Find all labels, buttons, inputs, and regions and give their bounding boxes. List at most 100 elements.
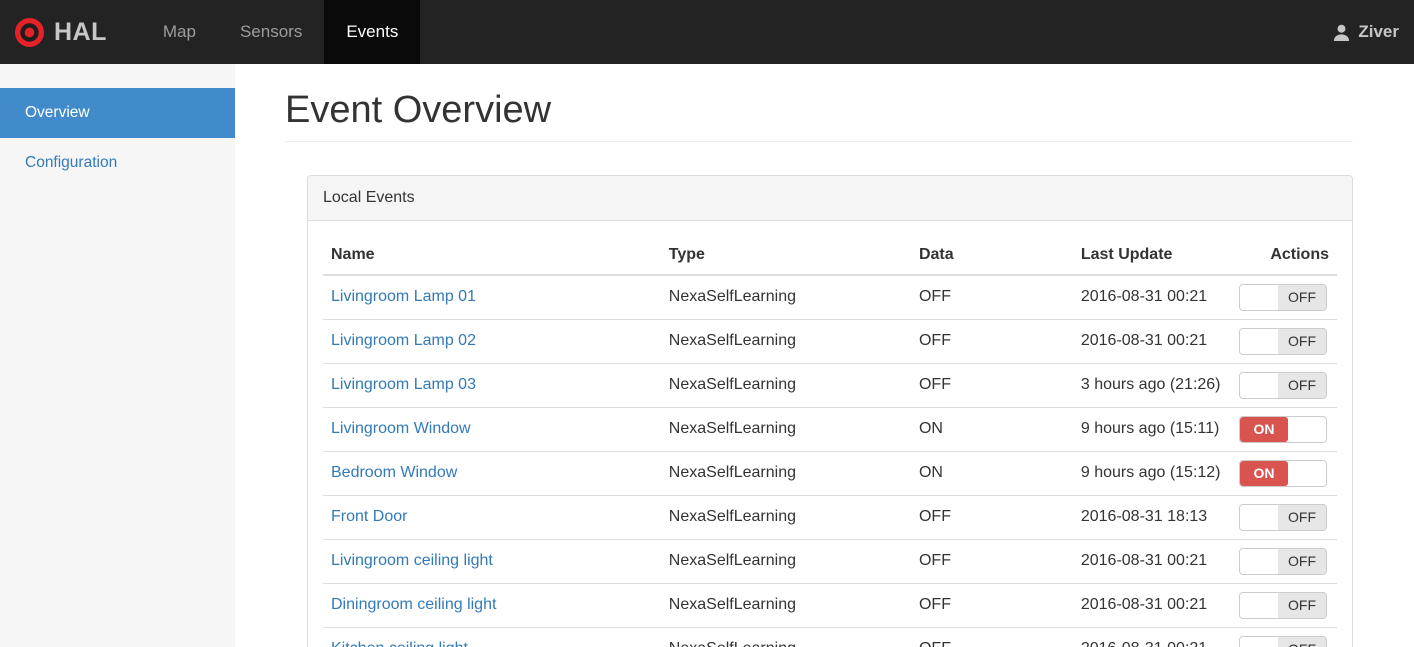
table-row: Livingroom Lamp 01 NexaSelfLearning OFF … (323, 274, 1337, 320)
event-name-link[interactable]: Diningroom ceiling light (331, 596, 496, 613)
event-toggle-switch[interactable]: ON (1239, 415, 1327, 443)
event-last-update: 2016-08-31 00:21 (1072, 274, 1231, 320)
toggle-state-label: OFF (1278, 548, 1326, 574)
toggle-handle (1240, 504, 1278, 530)
event-name-link[interactable]: Livingroom Lamp 03 (331, 376, 476, 393)
event-type: NexaSelfLearning (660, 626, 911, 647)
column-header-type: Type (660, 235, 911, 276)
table-body: Livingroom Lamp 01 NexaSelfLearning OFF … (323, 274, 1337, 647)
brand-text: HAL (54, 17, 107, 46)
column-header-data: Data (910, 235, 1073, 276)
column-header-name: Name (323, 235, 661, 276)
event-last-update: 9 hours ago (15:12) (1072, 450, 1231, 496)
event-name-link[interactable]: Livingroom Window (331, 420, 471, 437)
event-type: NexaSelfLearning (660, 318, 911, 364)
event-toggle-switch[interactable]: OFF (1239, 547, 1327, 575)
toggle-state-label: OFF (1278, 504, 1326, 530)
toggle-state-label: OFF (1278, 284, 1326, 310)
event-toggle-switch[interactable]: OFF (1239, 371, 1327, 399)
user-name: Ziver (1358, 22, 1399, 41)
sidebar-item-configuration[interactable]: Configuration (0, 138, 235, 188)
table-row: Kitchen ceiling light NexaSelfLearning O… (323, 626, 1337, 647)
event-last-update: 2016-08-31 00:21 (1072, 538, 1231, 584)
event-name-link[interactable]: Livingroom ceiling light (331, 552, 493, 569)
event-toggle-switch[interactable]: OFF (1239, 503, 1327, 531)
events-table: Name Type Data Last Update Actions Livin… (323, 235, 1337, 647)
event-toggle-switch[interactable]: OFF (1239, 635, 1327, 647)
event-toggle-switch[interactable]: OFF (1239, 327, 1327, 355)
event-data-value: OFF (910, 362, 1073, 408)
event-last-update: 2016-08-31 18:13 (1072, 494, 1231, 540)
event-last-update: 2016-08-31 00:21 (1072, 626, 1231, 647)
event-name-link[interactable]: Kitchen ceiling light (331, 640, 468, 647)
event-name-link[interactable]: Livingroom Lamp 02 (331, 332, 476, 349)
event-toggle-switch[interactable]: OFF (1239, 591, 1327, 619)
nav-item-sensors[interactable]: Sensors (218, 0, 324, 64)
table-header-row: Name Type Data Last Update Actions (323, 235, 1337, 276)
event-last-update: 2016-08-31 00:21 (1072, 318, 1231, 364)
column-header-actions: Actions (1230, 235, 1337, 276)
table-row: Front Door NexaSelfLearning OFF 2016-08-… (323, 494, 1337, 540)
user-icon (1334, 24, 1350, 41)
toggle-state-label: OFF (1278, 592, 1326, 618)
event-data-value: OFF (910, 538, 1073, 584)
brand-link[interactable]: HAL (0, 0, 123, 64)
toggle-handle (1240, 328, 1278, 354)
hal-logo-icon (14, 17, 45, 47)
table-row: Diningroom ceiling light NexaSelfLearnin… (323, 582, 1337, 628)
table-row: Livingroom Lamp 02 NexaSelfLearning OFF … (323, 318, 1337, 364)
event-type: NexaSelfLearning (660, 494, 911, 540)
toggle-handle (1240, 548, 1278, 574)
toggle-state-label: OFF (1278, 636, 1326, 647)
sidebar-item-overview[interactable]: Overview (0, 88, 235, 138)
event-data-value: OFF (910, 318, 1073, 364)
nav-item-map[interactable]: Map (141, 0, 218, 64)
event-last-update: 3 hours ago (21:26) (1072, 362, 1231, 408)
event-last-update: 9 hours ago (15:11) (1072, 406, 1231, 452)
event-data-value: ON (910, 406, 1073, 452)
main-content: Event Overview Local Events Name Type Da… (235, 64, 1414, 647)
event-type: NexaSelfLearning (660, 538, 911, 584)
event-type: NexaSelfLearning (660, 406, 911, 452)
event-name-link[interactable]: Bedroom Window (331, 464, 457, 481)
column-header-last-update: Last Update (1072, 235, 1231, 276)
top-navbar: HAL Map Sensors Events Ziver (0, 0, 1414, 64)
sidebar: Overview Configuration (0, 64, 235, 647)
table-row: Bedroom Window NexaSelfLearning ON 9 hou… (323, 450, 1337, 496)
event-toggle-switch[interactable]: OFF (1239, 283, 1327, 311)
event-type: NexaSelfLearning (660, 362, 911, 408)
panel-body: Name Type Data Last Update Actions Livin… (308, 221, 1352, 647)
toggle-handle (1240, 636, 1278, 647)
toggle-handle (1288, 416, 1326, 442)
toggle-handle (1240, 592, 1278, 618)
event-type: NexaSelfLearning (660, 450, 911, 496)
panel-heading: Local Events (308, 175, 1352, 221)
event-data-value: OFF (910, 494, 1073, 540)
event-last-update: 2016-08-31 00:21 (1072, 582, 1231, 628)
table-row: Livingroom Window NexaSelfLearning ON 9 … (323, 406, 1337, 452)
event-name-link[interactable]: Front Door (331, 508, 407, 525)
toggle-handle (1288, 460, 1326, 486)
toggle-handle (1240, 372, 1278, 398)
toggle-state-label: OFF (1278, 328, 1326, 354)
event-data-value: OFF (910, 274, 1073, 320)
event-data-value: OFF (910, 582, 1073, 628)
page-title: Event Overview (285, 89, 552, 131)
event-type: NexaSelfLearning (660, 582, 911, 628)
event-toggle-switch[interactable]: ON (1239, 459, 1327, 487)
toggle-state-label: OFF (1278, 372, 1326, 398)
page-header: Event Overview (285, 89, 1353, 142)
user-menu[interactable]: Ziver (1317, 0, 1414, 64)
local-events-panel: Local Events Name Type Data Last Update … (307, 174, 1353, 647)
toggle-handle (1240, 284, 1278, 310)
main-nav: Map Sensors Events (141, 0, 421, 64)
table-row: Livingroom ceiling light NexaSelfLearnin… (323, 538, 1337, 584)
event-type: NexaSelfLearning (660, 274, 911, 320)
toggle-state-label: ON (1240, 460, 1288, 486)
event-data-value: OFF (910, 626, 1073, 647)
toggle-state-label: ON (1240, 416, 1288, 442)
table-row: Livingroom Lamp 03 NexaSelfLearning OFF … (323, 362, 1337, 408)
nav-item-events[interactable]: Events (324, 0, 421, 64)
event-data-value: ON (910, 450, 1073, 496)
event-name-link[interactable]: Livingroom Lamp 01 (331, 288, 476, 305)
